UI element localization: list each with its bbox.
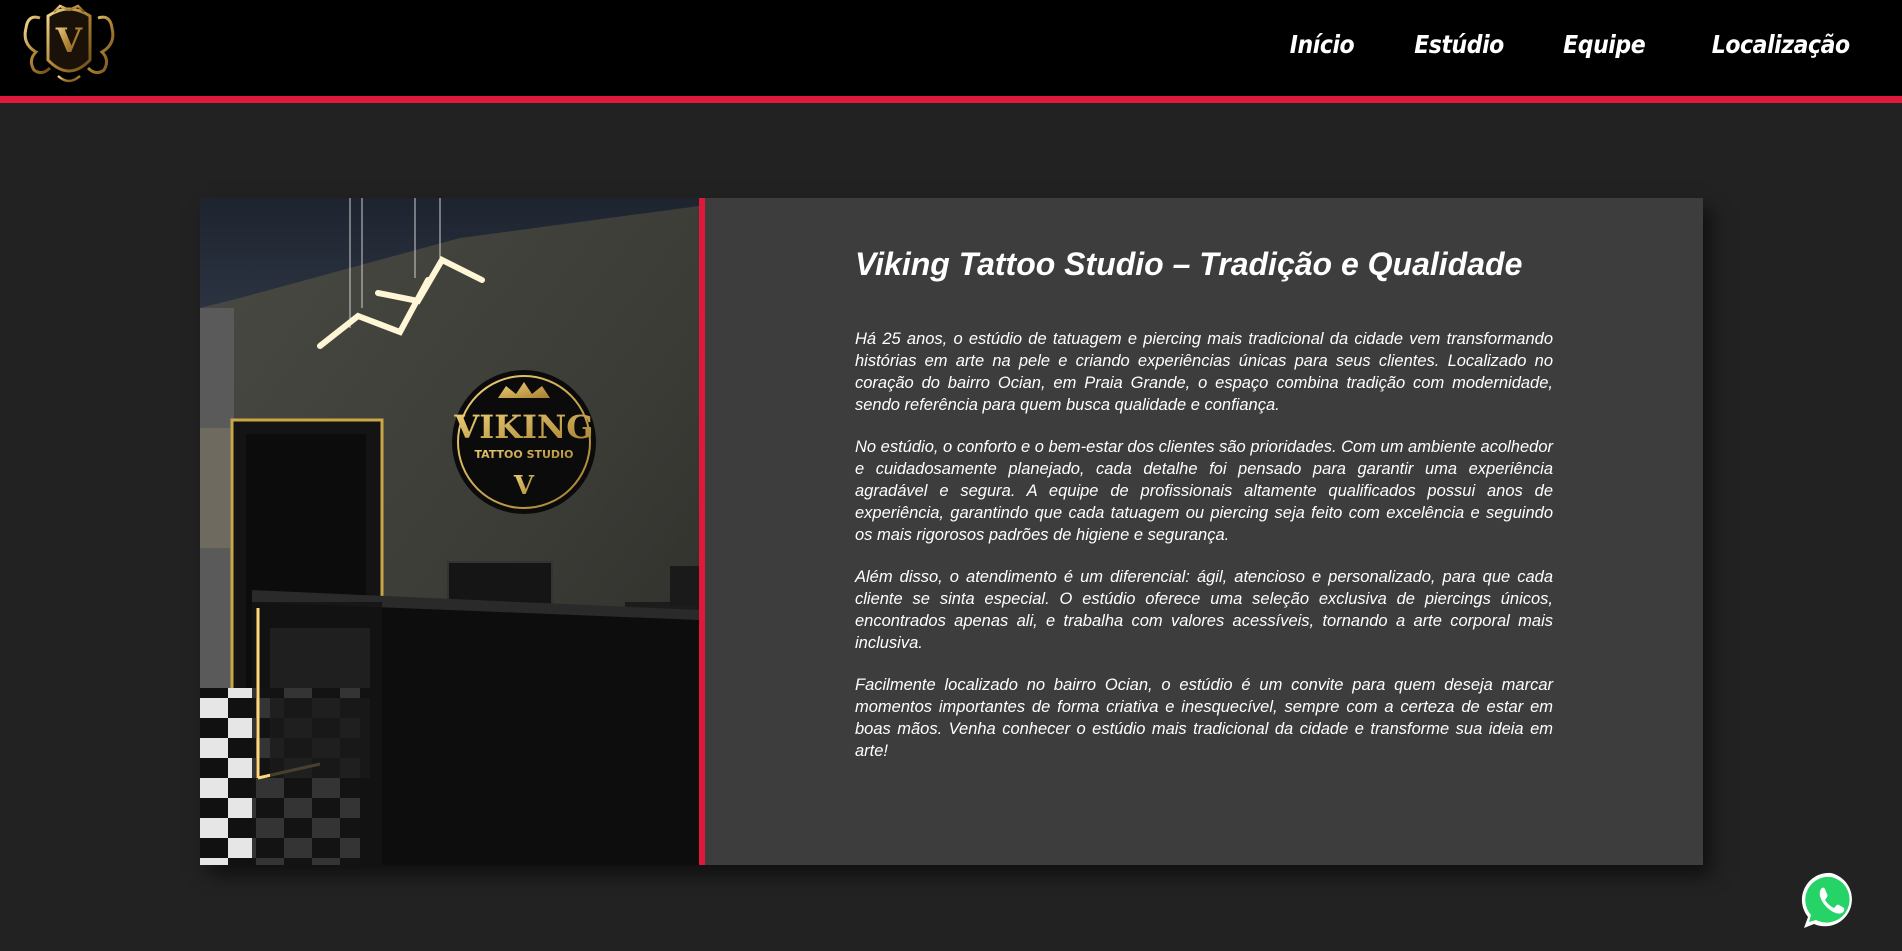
- whatsapp-icon: [1801, 872, 1852, 928]
- studio-reception-photo: VIKING TATTOO STUDIO V: [200, 198, 699, 865]
- about-paragraph-3: Além disso, o atendimento é um diferenci…: [855, 568, 1553, 652]
- svg-text:TATTOO STUDIO: TATTOO STUDIO: [474, 448, 573, 461]
- main-nav: Início Estúdio Equipe Localização: [1281, 30, 1851, 59]
- studio-crest-logo[interactable]: V: [18, 4, 120, 88]
- whatsapp-button[interactable]: [1800, 870, 1862, 932]
- svg-text:VIKING: VIKING: [453, 408, 593, 446]
- about-paragraph-2: No estúdio, o conforto e o bem-estar dos…: [855, 438, 1553, 544]
- nav-link-inicio[interactable]: Início: [1290, 30, 1355, 59]
- site-header: V Início Estúdio Equipe Localização: [0, 0, 1902, 103]
- about-card: VIKING TATTOO STUDIO V Viking Tattoo Stu…: [200, 198, 1703, 865]
- about-text: Viking Tattoo Studio – Tradição e Qualid…: [855, 242, 1553, 762]
- svg-text:V: V: [55, 21, 83, 61]
- nav-link-localizacao[interactable]: Localização: [1712, 30, 1850, 59]
- accent-divider: [699, 198, 705, 865]
- about-title: Viking Tattoo Studio – Tradição e Qualid…: [855, 246, 1523, 282]
- svg-text:V: V: [513, 471, 535, 501]
- nav-link-estudio[interactable]: Estúdio: [1414, 30, 1504, 59]
- about-paragraph-1: Há 25 anos, o estúdio de tatuagem e pier…: [855, 330, 1553, 414]
- about-paragraph-4: Facilmente localizado no bairro Ocian, o…: [855, 676, 1553, 760]
- nav-link-equipe[interactable]: Equipe: [1563, 30, 1645, 59]
